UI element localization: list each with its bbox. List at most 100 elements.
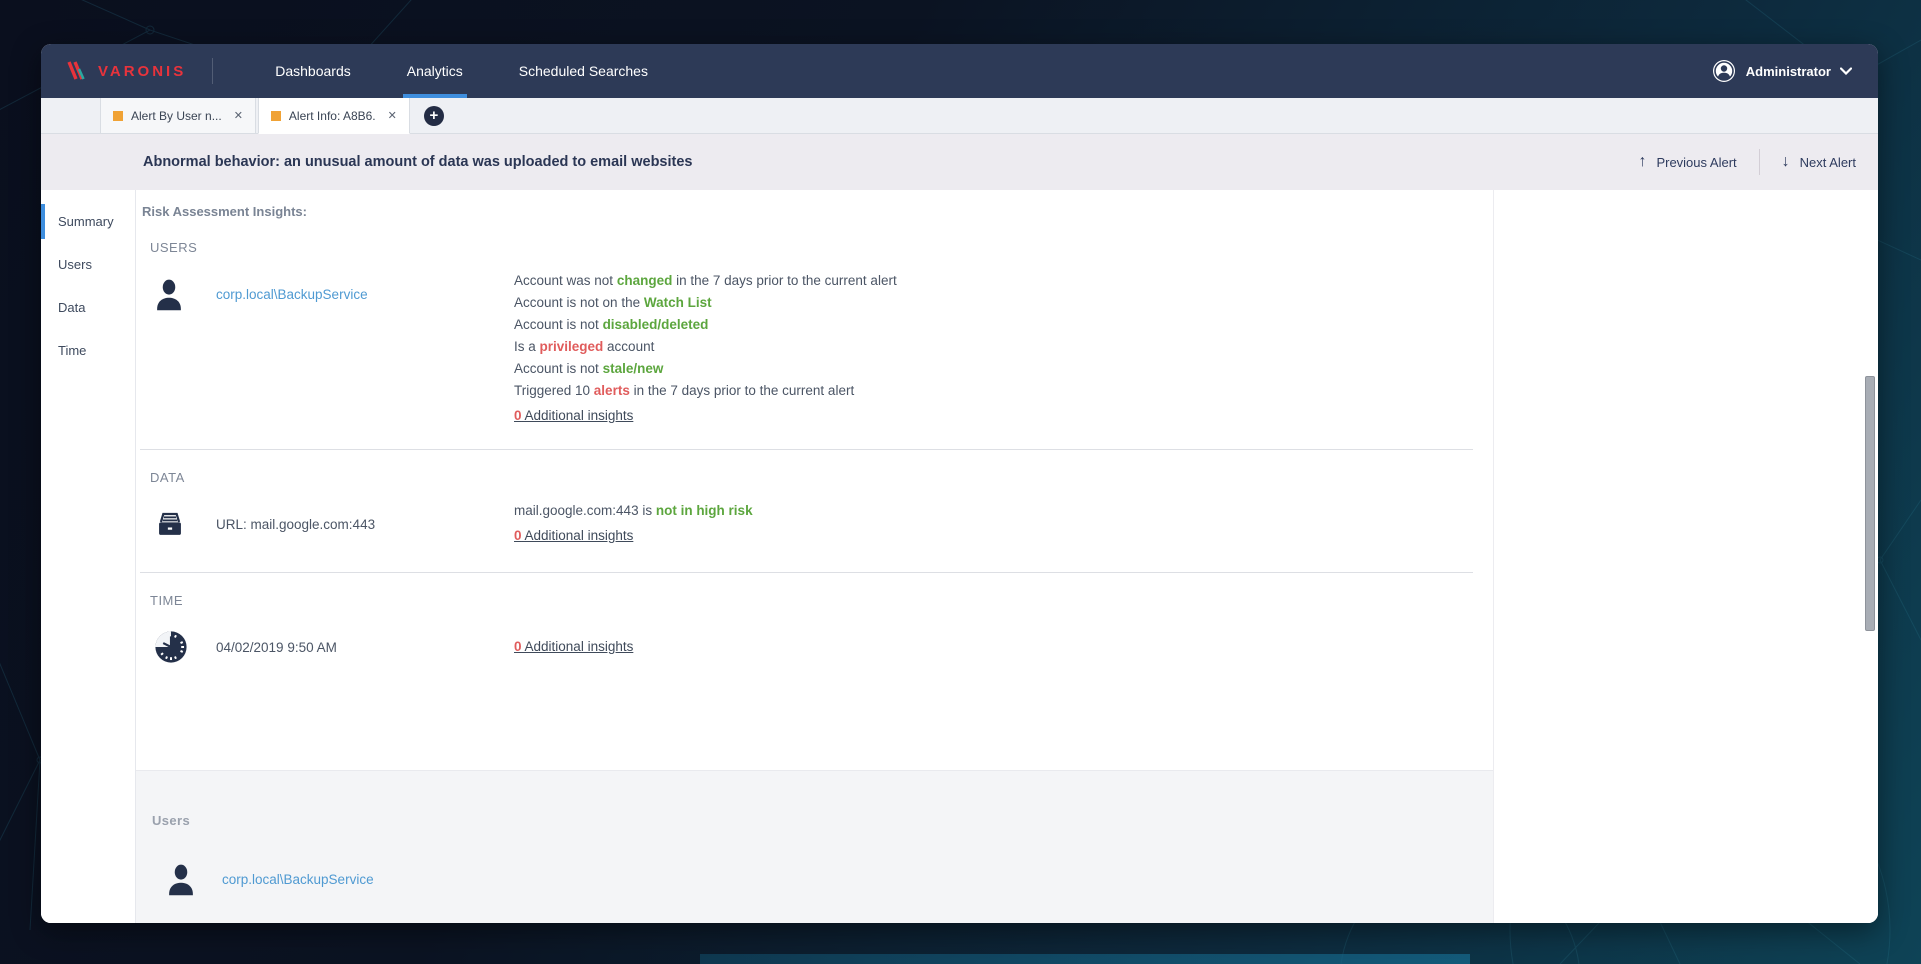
insight-segment: mail.google.com:443 is — [514, 503, 656, 518]
user-avatar-icon — [1711, 58, 1737, 84]
users-detail-section: Users corp.local\BackupService — [136, 770, 1493, 923]
sidebar-item-time[interactable]: Time — [41, 329, 135, 372]
insight-section-users: USERS corp.local\BackupService Account was… — [140, 240, 1473, 449]
section-label: TIME — [150, 593, 1473, 608]
insights-cell: mail.google.com:443 is not in high risk 0… — [514, 498, 1473, 550]
add-tab-button[interactable]: + — [424, 106, 444, 126]
main-nav: Dashboards Analytics Scheduled Searches — [247, 44, 676, 98]
sidebar-item-users[interactable]: Users — [41, 243, 135, 286]
insight-segment: Account is not — [514, 317, 603, 332]
summary-sidebar: Summary Users Data Time — [41, 190, 136, 923]
entity-text: URL: mail.google.com:443 — [216, 517, 375, 532]
risk-assessment-heading: Risk Assessment Insights: — [140, 204, 1473, 219]
insight-section-data: DATA URL: mail.google.com:443 mail.google.… — [140, 449, 1473, 572]
insight-segment: in the 7 days prior to the current alert — [672, 273, 896, 288]
entity-link[interactable]: corp.local\BackupService — [216, 287, 368, 302]
tab-strip: Alert By User n... ✕ Alert Info: A8B6. ✕… — [41, 98, 1878, 134]
divider — [1759, 149, 1760, 175]
close-icon[interactable]: ✕ — [234, 109, 243, 122]
additional-insights-count: 0 — [514, 408, 522, 423]
top-navigation-bar: VARONIS Dashboards Analytics Scheduled S… — [41, 44, 1878, 98]
insight-segment: Watch List — [644, 295, 712, 310]
insight-segment: Account was not — [514, 273, 617, 288]
section-label: USERS — [150, 240, 1473, 255]
varonis-logo: VARONIS — [41, 44, 212, 98]
user-menu-label: Administrator — [1746, 64, 1831, 79]
insight-segment: Account is not — [514, 361, 603, 376]
insights-cell: 0 Additional insights — [514, 621, 1473, 673]
additional-insights-link[interactable]: 0 Additional insights — [514, 405, 633, 427]
insight-segment: alerts — [594, 383, 630, 398]
insight-section-time: TIME 04/02/2019 9:50 AM 0 Additional insig… — [140, 572, 1473, 695]
alert-header-bar: Abnormal behavior: an unusual amount of … — [41, 134, 1878, 190]
alert-pagination: ↑ Previous Alert ↓ Next Alert — [1638, 149, 1856, 175]
alert-title: Abnormal behavior: an unusual amount of … — [143, 154, 692, 170]
time-icon — [154, 621, 216, 673]
insight-line: Triggered 10 alerts in the 7 days prior … — [514, 380, 1473, 402]
entity-cell: URL: mail.google.com:443 — [216, 498, 514, 550]
insight-line: Account is not disabled/deleted — [514, 314, 1473, 336]
user-row: corp.local\BackupService — [152, 862, 1493, 896]
tab-alert-by-user[interactable]: Alert By User n... ✕ — [100, 98, 256, 133]
entity-cell: 04/02/2019 9:50 AM — [216, 621, 514, 673]
alert-tab-icon — [113, 111, 123, 121]
insight-line: Account was not changed in the 7 days pr… — [514, 270, 1473, 292]
taskbar-strip — [700, 954, 1470, 964]
additional-insights-count: 0 — [514, 639, 522, 654]
insight-segment: Is a — [514, 339, 540, 354]
arrow-down-icon: ↓ — [1782, 153, 1790, 171]
user-icon — [154, 268, 216, 320]
insight-segment: stale/new — [603, 361, 664, 376]
section-row: URL: mail.google.com:443 mail.google.com:… — [140, 498, 1473, 550]
insight-segment: not in high risk — [656, 503, 753, 518]
nav-item-dashboards[interactable]: Dashboards — [247, 44, 379, 98]
chevron-down-icon — [1840, 67, 1852, 75]
insight-line: Account is not stale/new — [514, 358, 1473, 380]
right-empty-panel — [1493, 190, 1878, 923]
insight-line: mail.google.com:443 is not in high risk — [514, 500, 1473, 522]
users-section-heading: Users — [152, 813, 1493, 828]
topbar-divider — [212, 58, 213, 84]
next-alert-button[interactable]: ↓ Next Alert — [1782, 153, 1856, 171]
summary-main: Risk Assessment Insights: USERS corp.loca… — [136, 190, 1493, 923]
desktop-background: VARONIS Dashboards Analytics Scheduled S… — [0, 0, 1921, 964]
insight-line: Account is not on the Watch List — [514, 292, 1473, 314]
additional-insights-link[interactable]: 0 Additional insights — [514, 636, 633, 658]
insight-segment: Account is not on the — [514, 295, 644, 310]
previous-alert-button[interactable]: ↑ Previous Alert — [1638, 153, 1736, 171]
additional-insights-link[interactable]: 0 Additional insights — [514, 525, 633, 547]
insight-segment: in the 7 days prior to the current alert — [630, 383, 854, 398]
sidebar-item-data[interactable]: Data — [41, 286, 135, 329]
user-icon — [166, 862, 196, 896]
section-label: DATA — [150, 470, 1473, 485]
additional-insights-count: 0 — [514, 528, 522, 543]
tab-label: Alert Info: A8B6. — [289, 109, 376, 123]
insight-segment: disabled/deleted — [603, 317, 709, 332]
insight-segment: changed — [617, 273, 673, 288]
varonis-app-window: VARONIS Dashboards Analytics Scheduled S… — [41, 44, 1878, 923]
varonis-logo-text: VARONIS — [98, 63, 186, 80]
section-row: 04/02/2019 9:50 AM 0 Additional insights — [140, 621, 1473, 673]
tab-label: Alert By User n... — [131, 109, 222, 123]
user-link[interactable]: corp.local\BackupService — [222, 872, 374, 887]
tab-alert-info[interactable]: Alert Info: A8B6. ✕ — [258, 98, 410, 134]
sidebar-item-summary[interactable]: Summary — [41, 200, 135, 243]
varonis-logo-icon — [65, 59, 89, 83]
scrollbar[interactable] — [1865, 376, 1875, 631]
arrow-up-icon: ↑ — [1638, 153, 1646, 171]
nav-item-analytics[interactable]: Analytics — [379, 44, 491, 98]
content-area: Summary Users Data Time Risk Assessment … — [41, 190, 1878, 923]
close-icon[interactable]: ✕ — [388, 109, 397, 122]
nav-item-scheduled-searches[interactable]: Scheduled Searches — [491, 44, 676, 98]
insight-sections: USERS corp.local\BackupService Account was… — [140, 240, 1473, 695]
section-row: corp.local\BackupService Account was not … — [140, 268, 1473, 427]
insights-cell: Account was not changed in the 7 days pr… — [514, 268, 1473, 427]
insight-line: Is a privileged account — [514, 336, 1473, 358]
entity-text: 04/02/2019 9:50 AM — [216, 640, 337, 655]
user-menu[interactable]: Administrator — [1711, 58, 1878, 84]
risk-assessment-panel: Risk Assessment Insights: USERS corp.loca… — [136, 190, 1493, 770]
entity-cell: corp.local\BackupService — [216, 268, 514, 320]
data-icon — [154, 498, 216, 550]
insight-segment: privileged — [540, 339, 604, 354]
alert-tab-icon — [271, 111, 281, 121]
